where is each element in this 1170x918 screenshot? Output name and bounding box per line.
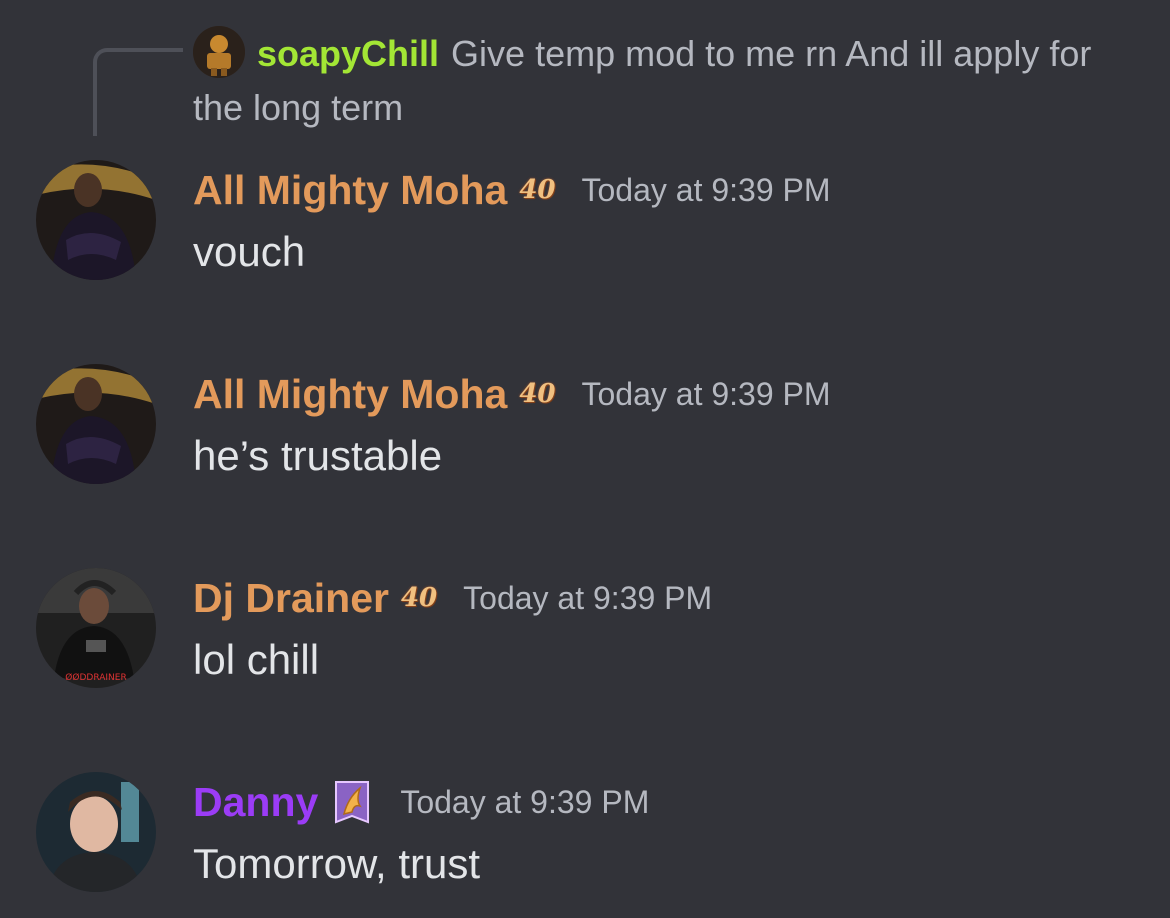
message-content: vouch [193,228,306,275]
reply-avatar[interactable] [193,26,245,78]
timestamp[interactable]: Today at 9:39 PM [582,376,831,413]
avatar[interactable] [36,364,156,484]
message: Danny Today at 9:39 PM Tomorrow, trust [0,772,1170,902]
message-content: lol chill [193,636,320,683]
username[interactable]: All Mighty Moha [193,371,507,418]
reply-preview[interactable]: soapyChill Give temp mod to me rn And ill… [193,26,1143,135]
reply-username[interactable]: soapyChill [257,33,439,74]
timestamp[interactable]: Today at 9:39 PM [582,172,831,209]
server-tag-badge[interactable]: 40 [401,583,437,613]
timestamp[interactable]: Today at 9:39 PM [400,784,649,821]
username[interactable]: Dj Drainer [193,575,389,622]
message: All Mighty Moha 40 Today at 9:39 PM vouc… [0,160,1170,290]
role-icon[interactable] [330,776,374,828]
username[interactable]: All Mighty Moha [193,167,507,214]
timestamp[interactable]: Today at 9:39 PM [463,580,712,617]
username[interactable]: Danny [193,779,318,826]
avatar[interactable] [36,160,156,280]
reply-connector-line [93,48,183,136]
server-tag-badge[interactable]: 40 [519,175,555,205]
avatar-text: ØØDDRAINER [65,672,126,683]
message-content: Tomorrow, trust [193,840,481,887]
avatar[interactable] [36,772,156,892]
avatar[interactable]: ØØDDRAINER [36,568,156,688]
message-content: he’s trustable [193,432,443,479]
message: ØØDDRAINER Dj Drainer 40 Today at 9:39 P… [0,568,1170,698]
message: All Mighty Moha 40 Today at 9:39 PM he’s… [0,364,1170,494]
server-tag-badge[interactable]: 40 [519,379,555,409]
